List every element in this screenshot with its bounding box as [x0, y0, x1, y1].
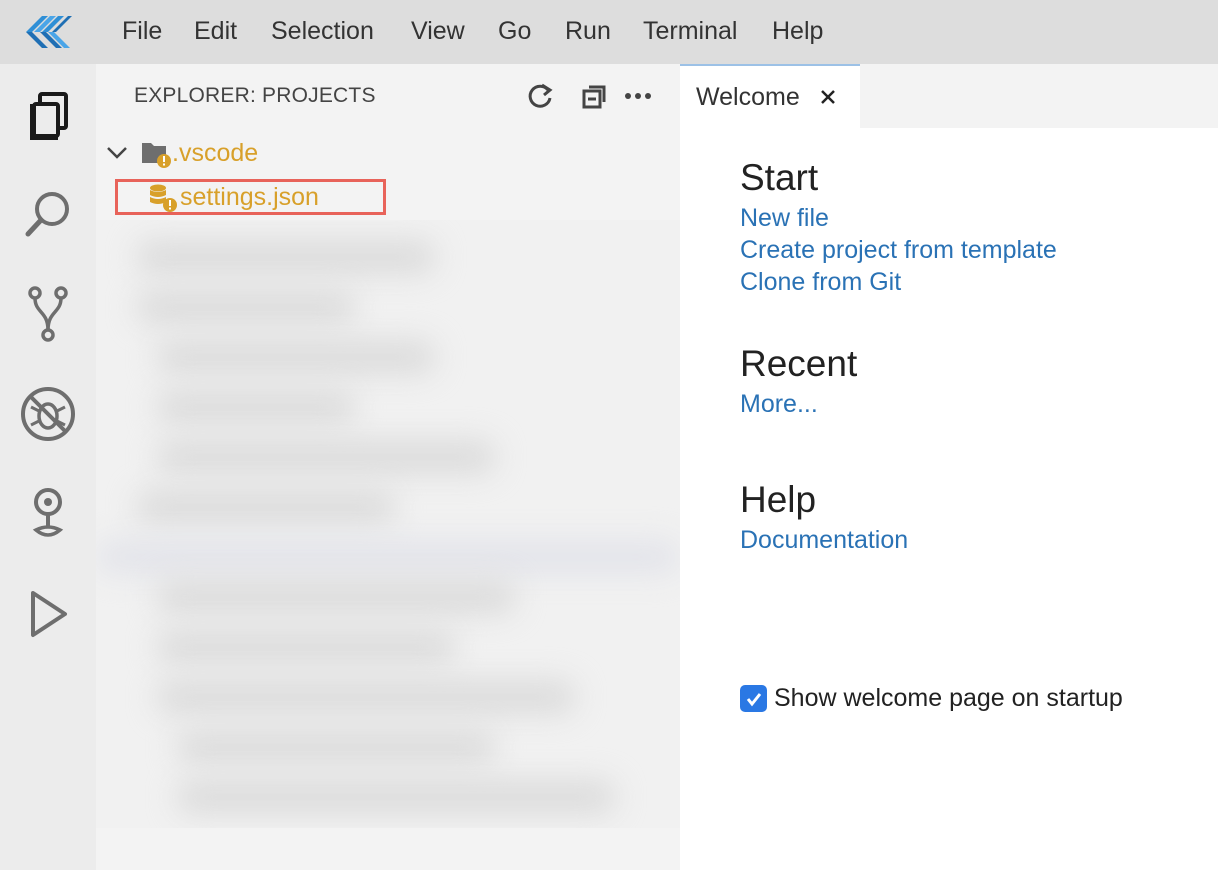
- no-debug-icon[interactable]: [18, 384, 78, 444]
- blurred-row: [176, 730, 496, 764]
- explorer-sidebar: EXPLORER: PROJECTS .vscode settings.json: [96, 64, 680, 870]
- blurred-row: [136, 290, 356, 324]
- tree-label-vscode: .vscode: [172, 138, 259, 167]
- remote-icon[interactable]: [18, 484, 78, 544]
- menu-edit[interactable]: Edit: [194, 14, 237, 48]
- start-section: Start New file Create project from templ…: [740, 154, 1210, 298]
- documentation-link[interactable]: Documentation: [740, 524, 1210, 556]
- startup-option: Show welcome page on startup: [740, 684, 1123, 713]
- blurred-row: [156, 340, 436, 374]
- help-heading: Help: [740, 479, 817, 520]
- files-icon[interactable]: [18, 86, 78, 146]
- blurred-row: [156, 390, 356, 424]
- menu-go[interactable]: Go: [498, 14, 531, 48]
- blurred-row: [156, 630, 456, 664]
- recent-section: Recent More...: [740, 340, 1210, 420]
- activity-bar: [0, 64, 96, 870]
- menu-selection[interactable]: Selection: [271, 14, 374, 48]
- menu-file[interactable]: File: [122, 14, 162, 48]
- editor-area: Welcome Start New file Create project fr…: [680, 64, 1218, 870]
- more-recent-link[interactable]: More...: [740, 388, 1210, 420]
- blurred-row: [176, 780, 616, 814]
- blurred-row: [156, 580, 516, 614]
- blurred-tree-content: [96, 220, 680, 828]
- create-project-link[interactable]: Create project from template: [740, 234, 1210, 266]
- clone-git-link[interactable]: Clone from Git: [740, 266, 1210, 298]
- menu-run[interactable]: Run: [565, 14, 611, 48]
- explorer-title: EXPLORER: PROJECTS: [134, 84, 376, 107]
- blurred-row: [156, 680, 576, 714]
- tab-welcome-label: Welcome: [696, 82, 800, 111]
- blurred-row: [156, 440, 496, 474]
- blurred-row: [136, 240, 436, 274]
- menu-view[interactable]: View: [411, 14, 465, 48]
- show-welcome-label: Show welcome page on startup: [774, 684, 1123, 712]
- highlight-box: [115, 179, 386, 215]
- tab-strip: Welcome: [680, 64, 1218, 128]
- tree-folder-vscode[interactable]: .vscode: [106, 133, 258, 173]
- menu-help[interactable]: Help: [772, 14, 823, 48]
- show-welcome-checkbox[interactable]: [740, 685, 767, 712]
- help-section: Help Documentation: [740, 476, 1210, 556]
- search-icon[interactable]: [18, 184, 78, 244]
- blurred-row: [96, 540, 680, 574]
- run-icon[interactable]: [18, 584, 78, 644]
- welcome-page: Start New file Create project from templ…: [740, 154, 1210, 556]
- menu-bar: File Edit Selection View Go Run Terminal…: [0, 0, 1218, 64]
- recent-heading: Recent: [740, 343, 858, 384]
- menu-terminal[interactable]: Terminal: [643, 14, 737, 48]
- checkmark-icon: [746, 692, 761, 706]
- more-actions-icon[interactable]: [622, 80, 654, 112]
- app-logo-icon: [22, 8, 74, 56]
- refresh-icon[interactable]: [524, 80, 556, 112]
- tab-welcome[interactable]: Welcome: [680, 64, 860, 128]
- folder-warning-icon: [140, 137, 174, 169]
- close-icon[interactable]: [816, 85, 840, 109]
- source-control-icon[interactable]: [18, 284, 78, 344]
- collapse-all-icon[interactable]: [579, 80, 611, 112]
- new-file-link[interactable]: New file: [740, 202, 1210, 234]
- start-heading: Start: [740, 157, 819, 198]
- chevron-down-icon: [106, 146, 132, 160]
- blurred-row: [136, 490, 396, 524]
